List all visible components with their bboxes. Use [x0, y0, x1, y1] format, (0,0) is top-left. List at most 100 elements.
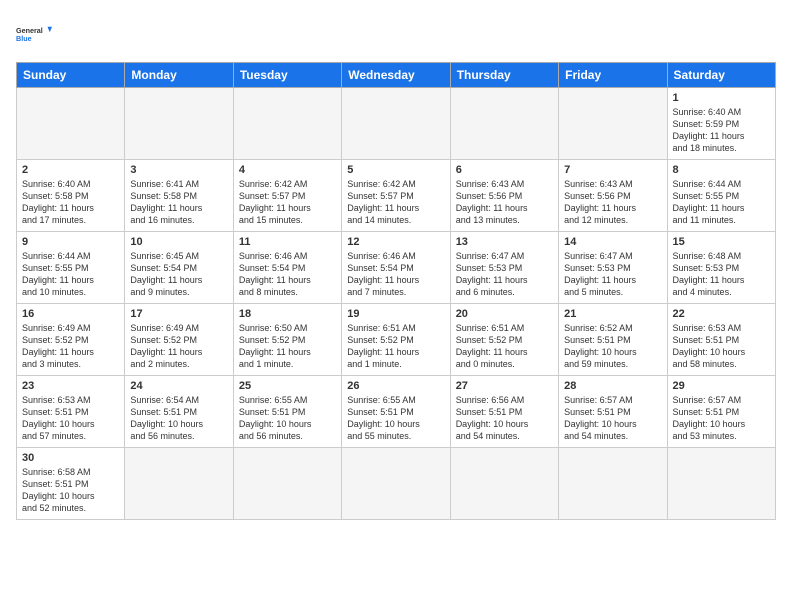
day-info: Sunrise: 6:51 AM Sunset: 5:52 PM Dayligh… [347, 322, 444, 371]
calendar-cell [17, 88, 125, 160]
weekday-header-wednesday: Wednesday [342, 63, 450, 88]
calendar-cell [450, 448, 558, 520]
calendar-cell [342, 448, 450, 520]
calendar-week-row: 2Sunrise: 6:40 AM Sunset: 5:58 PM Daylig… [17, 160, 776, 232]
calendar-cell: 24 Sunrise: 6:54 AM Sunset: 5:51 PM Dayli… [125, 376, 233, 448]
calendar-week-row: 30 Sunrise: 6:58 AM Sunset: 5:51 PM Dayli… [17, 448, 776, 520]
day-number: 16 [22, 308, 119, 320]
weekday-header-tuesday: Tuesday [233, 63, 341, 88]
svg-text:General: General [16, 26, 43, 35]
calendar-week-row: 16 Sunrise: 6:49 AM Sunset: 5:52 PM Dayli… [17, 304, 776, 376]
weekday-header-saturday: Saturday [667, 63, 775, 88]
day-number: 19 [347, 308, 444, 320]
day-number: 27 [456, 380, 553, 392]
day-info: Sunrise: 6:47 AM Sunset: 5:53 PM Dayligh… [456, 250, 553, 299]
day-number: 24 [130, 380, 227, 392]
calendar-cell: 13 Sunrise: 6:47 AM Sunset: 5:53 PM Dayli… [450, 232, 558, 304]
calendar-cell: 18Sunrise: 6:50 AM Sunset: 5:52 PM Dayli… [233, 304, 341, 376]
day-info: Sunrise: 6:50 AM Sunset: 5:52 PM Dayligh… [239, 322, 336, 371]
day-number: 14 [564, 236, 661, 248]
calendar-cell: 26Sunrise: 6:55 AM Sunset: 5:51 PM Dayli… [342, 376, 450, 448]
logo-icon: GeneralBlue [16, 16, 52, 52]
day-info: Sunrise: 6:57 AM Sunset: 5:51 PM Dayligh… [564, 394, 661, 443]
day-info: Sunrise: 6:47 AM Sunset: 5:53 PM Dayligh… [564, 250, 661, 299]
calendar-cell: 19 Sunrise: 6:51 AM Sunset: 5:52 PM Dayli… [342, 304, 450, 376]
day-number: 3 [130, 164, 227, 176]
day-info: Sunrise: 6:43 AM Sunset: 5:56 PM Dayligh… [564, 178, 661, 227]
day-info: Sunrise: 6:46 AM Sunset: 5:54 PM Dayligh… [347, 250, 444, 299]
calendar-cell: 2Sunrise: 6:40 AM Sunset: 5:58 PM Daylig… [17, 160, 125, 232]
calendar-table: SundayMondayTuesdayWednesdayThursdayFrid… [16, 62, 776, 520]
day-info: Sunrise: 6:40 AM Sunset: 5:58 PM Dayligh… [22, 178, 119, 227]
day-info: Sunrise: 6:51 AM Sunset: 5:52 PM Dayligh… [456, 322, 553, 371]
day-number: 13 [456, 236, 553, 248]
day-info: Sunrise: 6:48 AM Sunset: 5:53 PM Dayligh… [673, 250, 770, 299]
day-number: 7 [564, 164, 661, 176]
day-number: 15 [673, 236, 770, 248]
day-info: Sunrise: 6:49 AM Sunset: 5:52 PM Dayligh… [130, 322, 227, 371]
calendar-week-row: 9Sunrise: 6:44 AM Sunset: 5:55 PM Daylig… [17, 232, 776, 304]
day-info: Sunrise: 6:41 AM Sunset: 5:58 PM Dayligh… [130, 178, 227, 227]
calendar-cell [125, 448, 233, 520]
day-number: 26 [347, 380, 444, 392]
day-number: 23 [22, 380, 119, 392]
calendar-cell: 5 Sunrise: 6:42 AM Sunset: 5:57 PM Daylig… [342, 160, 450, 232]
calendar-cell [450, 88, 558, 160]
calendar-cell: 7 Sunrise: 6:43 AM Sunset: 5:56 PM Daylig… [559, 160, 667, 232]
logo: GeneralBlue [16, 16, 52, 52]
day-info: Sunrise: 6:57 AM Sunset: 5:51 PM Dayligh… [673, 394, 770, 443]
svg-text:Blue: Blue [16, 34, 32, 43]
day-number: 25 [239, 380, 336, 392]
day-number: 28 [564, 380, 661, 392]
weekday-header-sunday: Sunday [17, 63, 125, 88]
day-number: 4 [239, 164, 336, 176]
calendar-cell: 20 Sunrise: 6:51 AM Sunset: 5:52 PM Dayli… [450, 304, 558, 376]
day-number: 8 [673, 164, 770, 176]
day-info: Sunrise: 6:44 AM Sunset: 5:55 PM Dayligh… [673, 178, 770, 227]
calendar-cell: 30 Sunrise: 6:58 AM Sunset: 5:51 PM Dayli… [17, 448, 125, 520]
calendar-cell: 1 Sunrise: 6:40 AM Sunset: 5:59 PM Daylig… [667, 88, 775, 160]
day-number: 22 [673, 308, 770, 320]
calendar-cell [233, 448, 341, 520]
calendar-cell: 11Sunrise: 6:46 AM Sunset: 5:54 PM Dayli… [233, 232, 341, 304]
day-number: 1 [673, 92, 770, 104]
day-info: Sunrise: 6:42 AM Sunset: 5:57 PM Dayligh… [347, 178, 444, 227]
calendar-cell: 17 Sunrise: 6:49 AM Sunset: 5:52 PM Dayli… [125, 304, 233, 376]
day-number: 10 [130, 236, 227, 248]
calendar-cell [559, 88, 667, 160]
weekday-header-friday: Friday [559, 63, 667, 88]
calendar-cell: 14 Sunrise: 6:47 AM Sunset: 5:53 PM Dayli… [559, 232, 667, 304]
day-info: Sunrise: 6:52 AM Sunset: 5:51 PM Dayligh… [564, 322, 661, 371]
weekday-header-row: SundayMondayTuesdayWednesdayThursdayFrid… [17, 63, 776, 88]
day-info: Sunrise: 6:54 AM Sunset: 5:51 PM Dayligh… [130, 394, 227, 443]
calendar-cell [342, 88, 450, 160]
day-info: Sunrise: 6:43 AM Sunset: 5:56 PM Dayligh… [456, 178, 553, 227]
day-info: Sunrise: 6:56 AM Sunset: 5:51 PM Dayligh… [456, 394, 553, 443]
day-number: 17 [130, 308, 227, 320]
calendar-cell: 10Sunrise: 6:45 AM Sunset: 5:54 PM Dayli… [125, 232, 233, 304]
day-info: Sunrise: 6:49 AM Sunset: 5:52 PM Dayligh… [22, 322, 119, 371]
day-info: Sunrise: 6:53 AM Sunset: 5:51 PM Dayligh… [22, 394, 119, 443]
day-info: Sunrise: 6:53 AM Sunset: 5:51 PM Dayligh… [673, 322, 770, 371]
calendar-cell: 3 Sunrise: 6:41 AM Sunset: 5:58 PM Daylig… [125, 160, 233, 232]
calendar-cell [233, 88, 341, 160]
calendar-cell: 9Sunrise: 6:44 AM Sunset: 5:55 PM Daylig… [17, 232, 125, 304]
day-info: Sunrise: 6:42 AM Sunset: 5:57 PM Dayligh… [239, 178, 336, 227]
day-info: Sunrise: 6:58 AM Sunset: 5:51 PM Dayligh… [22, 466, 119, 515]
calendar-cell: 6 Sunrise: 6:43 AM Sunset: 5:56 PM Daylig… [450, 160, 558, 232]
day-info: Sunrise: 6:40 AM Sunset: 5:59 PM Dayligh… [673, 106, 770, 155]
day-number: 5 [347, 164, 444, 176]
page-header: GeneralBlue [16, 16, 776, 52]
day-number: 30 [22, 452, 119, 464]
weekday-header-thursday: Thursday [450, 63, 558, 88]
calendar-cell: 29 Sunrise: 6:57 AM Sunset: 5:51 PM Dayli… [667, 376, 775, 448]
calendar-cell: 16 Sunrise: 6:49 AM Sunset: 5:52 PM Dayli… [17, 304, 125, 376]
day-number: 9 [22, 236, 119, 248]
day-number: 21 [564, 308, 661, 320]
day-number: 11 [239, 236, 336, 248]
day-number: 6 [456, 164, 553, 176]
calendar-cell: 23 Sunrise: 6:53 AM Sunset: 5:51 PM Dayli… [17, 376, 125, 448]
day-number: 29 [673, 380, 770, 392]
weekday-header-monday: Monday [125, 63, 233, 88]
day-number: 20 [456, 308, 553, 320]
